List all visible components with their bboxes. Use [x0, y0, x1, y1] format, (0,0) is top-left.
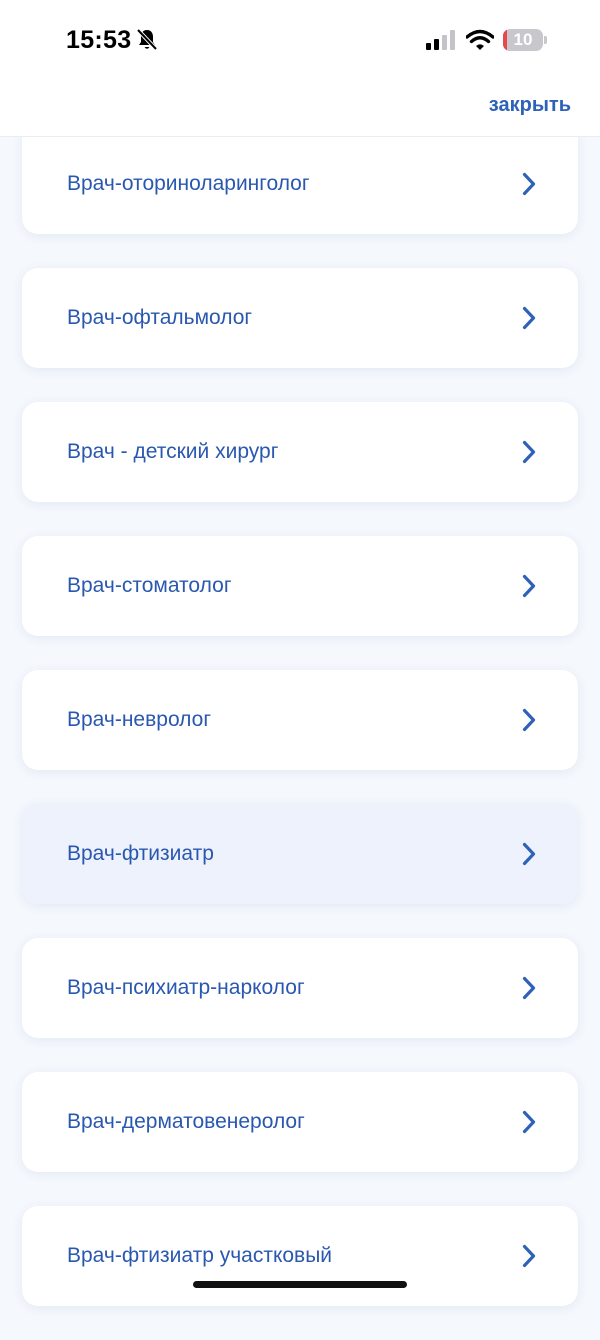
list-item-label: Врач-фтизиатр участковый [67, 1244, 333, 1267]
chevron-right-icon [522, 976, 536, 1000]
list-item[interactable]: Врач-фтизиатр [22, 804, 578, 904]
list-item-label: Врач-оториноларинголог [67, 172, 310, 195]
list-item[interactable]: Врач-оториноларинголог [22, 134, 578, 234]
battery-percentage: 10 [513, 30, 533, 49]
signal-icon [426, 30, 455, 50]
list-item[interactable]: Врач-стоматолог [22, 536, 578, 636]
home-indicator[interactable] [193, 1281, 407, 1288]
list-item[interactable]: Врач-психиатр-нарколог [22, 938, 578, 1038]
list-item[interactable]: Врач - детский хирург [22, 402, 578, 502]
bell-slash-icon [136, 28, 158, 51]
list-item-label: Врач-дерматовенеролог [67, 1110, 305, 1133]
chevron-right-icon [522, 440, 536, 464]
list-item[interactable]: Врач-дерматовенеролог [22, 1072, 578, 1172]
battery-cap [544, 36, 547, 44]
list-item-label: Врач - детский хирург [67, 440, 279, 463]
chevron-right-icon [522, 842, 536, 866]
status-time: 15:53 [66, 26, 132, 54]
list-item-label: Врач-невролог [67, 708, 211, 731]
chevron-right-icon [522, 1244, 536, 1268]
list-item-label: Врач-стоматолог [67, 574, 232, 597]
list-item[interactable]: Врач-офтальмолог [22, 268, 578, 368]
chevron-right-icon [522, 172, 536, 196]
nav-bar: закрыть [0, 80, 600, 137]
close-button[interactable]: закрыть [489, 94, 571, 117]
chevron-right-icon [522, 1110, 536, 1134]
battery-icon: 10 [503, 29, 543, 51]
specialty-list: Врач-оториноларинголог Врач-офтальмолог Вр… [22, 134, 578, 1340]
list-item[interactable]: Врач-невролог [22, 670, 578, 770]
chevron-right-icon [522, 306, 536, 330]
chevron-right-icon [522, 708, 536, 732]
list-item[interactable]: Врач-фтизиатр участковый [22, 1206, 578, 1306]
status-bar: 15:53 10 [0, 0, 600, 80]
chevron-right-icon [522, 574, 536, 598]
list-item-label: Врач-офтальмолог [67, 306, 253, 329]
wifi-icon [466, 29, 494, 50]
list-item-label: Врач-фтизиатр [67, 842, 214, 865]
list-item-label: Врач-психиатр-нарколог [67, 976, 305, 999]
